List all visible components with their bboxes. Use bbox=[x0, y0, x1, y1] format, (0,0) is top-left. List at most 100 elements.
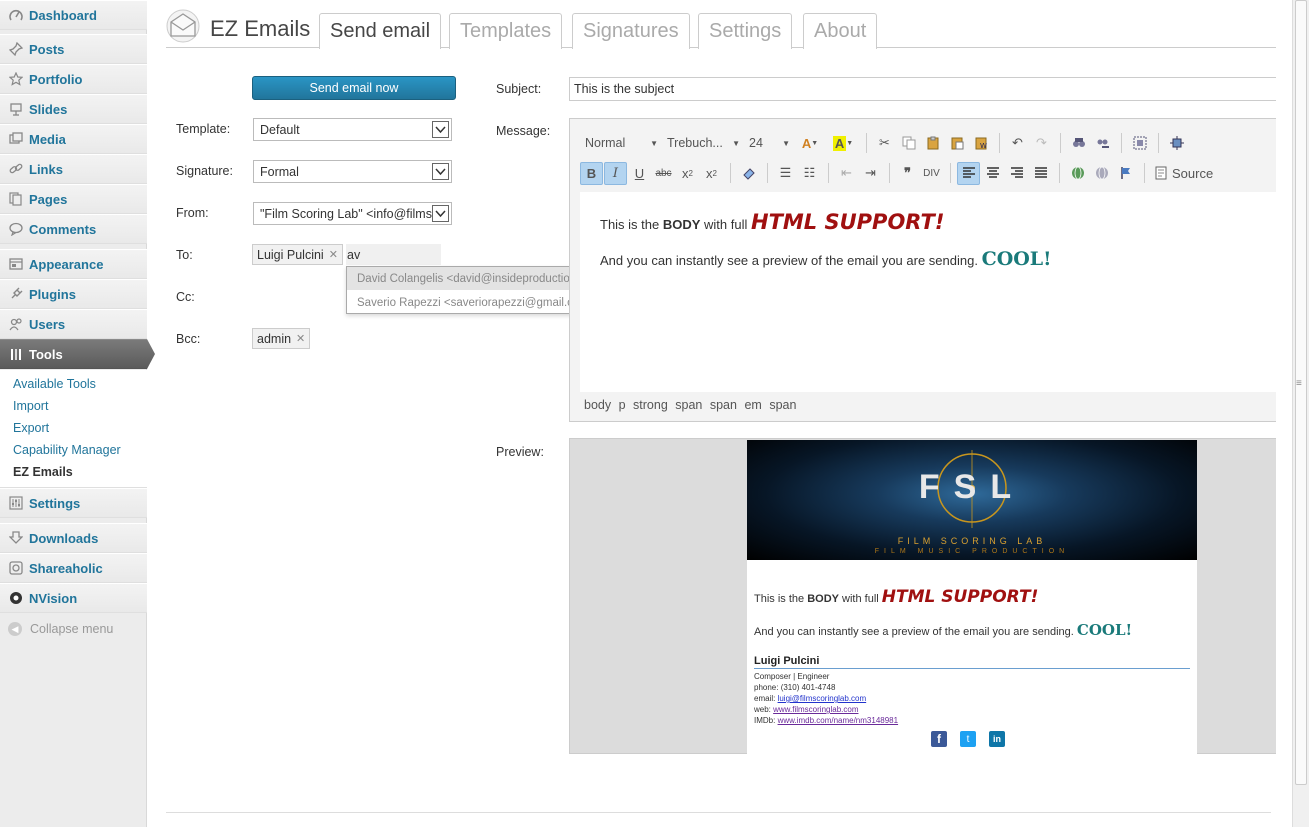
subscript-icon[interactable]: x2 bbox=[676, 162, 699, 185]
align-right-icon[interactable] bbox=[1005, 162, 1028, 185]
align-center-icon[interactable] bbox=[981, 162, 1004, 185]
select-all-icon[interactable] bbox=[1128, 132, 1151, 155]
sidebar-item-settings[interactable]: Settings bbox=[0, 488, 147, 518]
signature-imdb-link[interactable]: www.imdb.com/name/nm3148981 bbox=[778, 716, 899, 725]
sidebar-item-nvision[interactable]: NVision bbox=[0, 583, 147, 613]
sidebar-item-appearance[interactable]: Appearance bbox=[0, 249, 147, 279]
signature-web-row: web: www.filmscoringlab.com bbox=[754, 704, 898, 715]
source-button[interactable]: Source bbox=[1151, 162, 1215, 185]
outdent-icon[interactable]: ⇤ bbox=[835, 162, 858, 185]
sidebar-item-label: Dashboard bbox=[29, 7, 97, 23]
find-icon[interactable] bbox=[1067, 132, 1090, 155]
toolbar-separator bbox=[889, 163, 890, 183]
collapse-menu-button[interactable]: ◀ Collapse menu bbox=[8, 622, 113, 636]
remove-token-icon[interactable]: ✕ bbox=[329, 248, 338, 261]
path-item[interactable]: p bbox=[619, 398, 626, 412]
preview-line-2: And you can instantly see a preview of t… bbox=[754, 621, 1132, 639]
tab-about[interactable]: About bbox=[803, 13, 878, 49]
strikethrough-icon[interactable]: abc bbox=[652, 162, 675, 185]
signature-email-link[interactable]: luigi@filmscoringlab.com bbox=[778, 694, 867, 703]
submenu-capability-manager[interactable]: Capability Manager bbox=[13, 443, 121, 457]
tab-templates[interactable]: Templates bbox=[449, 13, 563, 49]
from-select[interactable]: "Film Scoring Lab" <info@films bbox=[253, 202, 452, 225]
undo-icon[interactable]: ↶ bbox=[1006, 132, 1029, 155]
to-label: To: bbox=[176, 248, 193, 262]
submenu-import[interactable]: Import bbox=[13, 399, 48, 413]
tab-send-email[interactable]: Send email bbox=[319, 13, 442, 49]
path-item[interactable]: span bbox=[675, 398, 702, 412]
italic-icon[interactable]: I bbox=[604, 161, 627, 185]
path-item[interactable]: body bbox=[584, 398, 611, 412]
template-select[interactable]: Default bbox=[253, 118, 452, 141]
path-item[interactable]: span bbox=[769, 398, 796, 412]
anchor-flag-icon[interactable] bbox=[1114, 162, 1137, 185]
submenu-export[interactable]: Export bbox=[13, 421, 49, 435]
background-color-icon[interactable]: A ▼ bbox=[827, 132, 859, 155]
paste-icon[interactable] bbox=[921, 132, 944, 155]
sidebar-item-plugins[interactable]: Plugins bbox=[0, 279, 147, 309]
signature-select[interactable]: Formal bbox=[253, 160, 452, 183]
sidebar-item-downloads[interactable]: Downloads bbox=[0, 523, 147, 553]
sidebar-item-shareaholic[interactable]: Shareaholic bbox=[0, 553, 147, 583]
to-token[interactable]: Luigi Pulcini ✕ bbox=[252, 244, 343, 265]
blockquote-icon[interactable]: ❞ bbox=[896, 162, 919, 185]
numbered-list-icon[interactable]: ☰ bbox=[774, 162, 797, 185]
remove-token-icon[interactable]: ✕ bbox=[296, 332, 305, 345]
cc-label: Cc: bbox=[176, 290, 195, 304]
indent-icon[interactable]: ⇥ bbox=[859, 162, 882, 185]
sidebar-item-comments[interactable]: Comments bbox=[0, 214, 147, 244]
align-left-icon[interactable] bbox=[957, 161, 980, 185]
sidebar-item-media[interactable]: Media bbox=[0, 124, 147, 154]
path-item[interactable]: span bbox=[710, 398, 737, 412]
bold-icon[interactable]: B bbox=[580, 161, 603, 185]
tools-submenu: Available Tools Import Export Capability… bbox=[0, 370, 147, 488]
subject-input[interactable]: This is the subject bbox=[569, 77, 1276, 101]
redo-icon[interactable]: ↷ bbox=[1030, 132, 1053, 155]
linkedin-icon[interactable]: in bbox=[989, 731, 1005, 747]
format-combo[interactable]: Normal ▼ bbox=[580, 132, 662, 154]
tab-signatures[interactable]: Signatures bbox=[572, 13, 690, 49]
sidebar-item-links[interactable]: Links bbox=[0, 154, 147, 184]
align-justify-icon[interactable] bbox=[1029, 162, 1052, 185]
scrollbar-thumb[interactable] bbox=[1295, 0, 1307, 785]
dropdown-arrow-icon: ▼ bbox=[732, 138, 740, 148]
maximize-icon[interactable] bbox=[1165, 132, 1188, 155]
div-container-icon[interactable]: DIV bbox=[920, 162, 943, 185]
submenu-available-tools[interactable]: Available Tools bbox=[13, 377, 96, 391]
to-input[interactable]: av bbox=[346, 244, 441, 265]
text-color-icon[interactable]: A ▼ bbox=[794, 132, 826, 155]
tab-settings[interactable]: Settings bbox=[698, 13, 793, 49]
send-email-button[interactable]: Send email now bbox=[252, 76, 456, 100]
sidebar-item-label: NVision bbox=[29, 590, 78, 606]
link-icon[interactable] bbox=[1066, 162, 1089, 185]
twitter-icon[interactable]: t bbox=[960, 731, 976, 747]
size-combo[interactable]: 24 ▼ bbox=[744, 132, 794, 154]
sidebar-item-slides[interactable]: Slides bbox=[0, 94, 147, 124]
sidebar-item-dashboard[interactable]: Dashboard bbox=[0, 0, 147, 30]
window-scrollbar[interactable]: ≡ bbox=[1292, 0, 1309, 827]
font-combo[interactable]: Trebuch... ▼ bbox=[662, 132, 744, 154]
source-label: Source bbox=[1172, 165, 1214, 181]
signature-web-link[interactable]: www.filmscoringlab.com bbox=[773, 705, 858, 714]
bullet-list-icon[interactable]: ☷ bbox=[798, 162, 821, 185]
underline-icon[interactable]: U bbox=[628, 162, 651, 185]
path-item[interactable]: strong bbox=[633, 398, 668, 412]
submenu-ez-emails[interactable]: EZ Emails bbox=[13, 465, 73, 479]
bcc-token[interactable]: admin ✕ bbox=[252, 328, 311, 349]
superscript-icon[interactable]: x2 bbox=[700, 162, 723, 185]
cut-icon[interactable]: ✂ bbox=[873, 132, 896, 155]
eraser-icon[interactable] bbox=[737, 162, 760, 185]
paste-word-icon[interactable]: W bbox=[969, 132, 992, 155]
paste-text-icon[interactable] bbox=[945, 132, 968, 155]
sidebar-item-users[interactable]: Users bbox=[0, 309, 147, 339]
replace-icon[interactable] bbox=[1091, 132, 1114, 155]
facebook-icon[interactable]: f bbox=[931, 731, 947, 747]
sidebar-item-pages[interactable]: Pages bbox=[0, 184, 147, 214]
sidebar-item-posts[interactable]: Posts bbox=[0, 34, 147, 64]
path-item[interactable]: em bbox=[744, 398, 761, 412]
sidebar-item-tools[interactable]: Tools bbox=[0, 339, 155, 369]
unlink-icon[interactable] bbox=[1090, 162, 1113, 185]
editor-content[interactable]: This is the BODY with full HTML SUPPORT!… bbox=[580, 192, 1277, 392]
sidebar-item-portfolio[interactable]: Portfolio bbox=[0, 64, 147, 94]
copy-icon[interactable] bbox=[897, 132, 920, 155]
